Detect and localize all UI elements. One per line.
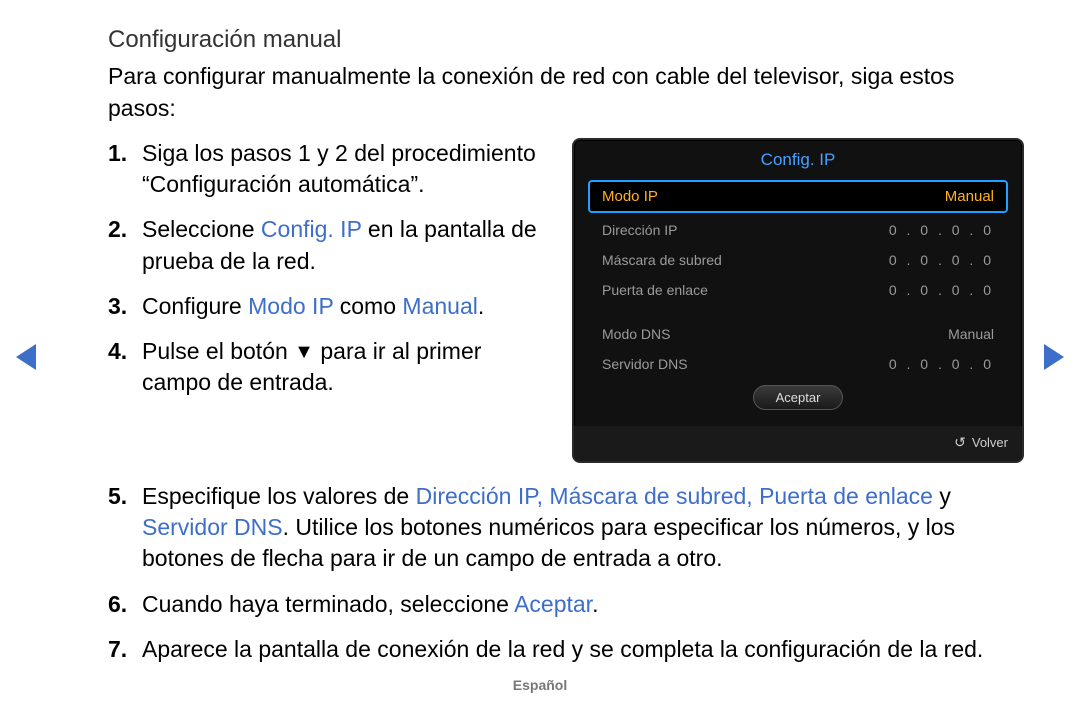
step-text: Cuando haya terminado, seleccione Acepta… bbox=[142, 589, 1024, 620]
step-num: 1. bbox=[108, 138, 142, 200]
t: Cuando haya terminado, seleccione bbox=[142, 591, 514, 617]
step-5: 5. Especifique los valores de Dirección … bbox=[108, 481, 1024, 574]
step-1: 1. Siga los pasos 1 y 2 del procedimient… bbox=[108, 138, 548, 200]
t: Pulse el botón bbox=[142, 338, 294, 364]
step-num: 6. bbox=[108, 589, 142, 620]
row-puerta-enlace[interactable]: Puerta de enlace 0 . 0 . 0 . 0 bbox=[588, 275, 1008, 305]
step-num: 5. bbox=[108, 481, 142, 574]
hi-config-ip: Config. IP bbox=[261, 216, 362, 242]
language-footer: Español bbox=[0, 677, 1080, 693]
field-label: Servidor DNS bbox=[602, 356, 688, 372]
field-value: 0 . 0 . 0 . 0 bbox=[889, 222, 994, 238]
return-icon: ↺ bbox=[954, 434, 966, 451]
next-page-arrow-icon[interactable] bbox=[1044, 344, 1064, 370]
field-value: Manual bbox=[945, 188, 994, 205]
row-modo-dns[interactable]: Modo DNS Manual bbox=[588, 319, 1008, 349]
t: . bbox=[478, 293, 484, 319]
step-text: Configure Modo IP como Manual. bbox=[142, 291, 548, 322]
steps-top: 1. Siga los pasos 1 y 2 del procedimient… bbox=[108, 138, 548, 411]
field-label: Modo DNS bbox=[602, 326, 670, 342]
field-value: 0 . 0 . 0 . 0 bbox=[889, 356, 994, 372]
t: como bbox=[333, 293, 402, 319]
field-value: Manual bbox=[948, 326, 994, 342]
manual-page: Configuración manual Para configurar man… bbox=[0, 0, 1080, 705]
steps-bottom: 5. Especifique los valores de Dirección … bbox=[108, 481, 1024, 664]
config-ip-dialog: Config. IP Modo IP Manual Dirección IP 0… bbox=[572, 138, 1024, 463]
step-4: 4. Pulse el botón ▼ para ir al primer ca… bbox=[108, 336, 548, 398]
step-text: Seleccione Config. IP en la pantalla de … bbox=[142, 214, 548, 276]
field-label: Puerta de enlace bbox=[602, 282, 708, 298]
hi-servidor-dns: Servidor DNS bbox=[142, 514, 283, 540]
t: Especifique los valores de bbox=[142, 483, 416, 509]
field-value: 0 . 0 . 0 . 0 bbox=[889, 282, 994, 298]
back-bar[interactable]: ↺ Volver bbox=[574, 426, 1022, 461]
step-num: 3. bbox=[108, 291, 142, 322]
t: y bbox=[933, 483, 951, 509]
row-modo-ip-selected[interactable]: Modo IP Manual bbox=[588, 180, 1008, 213]
row-servidor-dns[interactable]: Servidor DNS 0 . 0 . 0 . 0 bbox=[588, 349, 1008, 379]
prev-page-arrow-icon[interactable] bbox=[16, 344, 36, 370]
row-mascara-subred[interactable]: Máscara de subred 0 . 0 . 0 . 0 bbox=[588, 245, 1008, 275]
down-arrow-icon: ▼ bbox=[294, 339, 314, 366]
step-num: 4. bbox=[108, 336, 142, 398]
back-label: Volver bbox=[972, 435, 1008, 450]
hi-aceptar: Aceptar bbox=[514, 591, 592, 617]
t: Configure bbox=[142, 293, 248, 319]
step-3: 3. Configure Modo IP como Manual. bbox=[108, 291, 548, 322]
step-text: Siga los pasos 1 y 2 del procedimiento “… bbox=[142, 138, 548, 200]
field-label: Modo IP bbox=[602, 188, 658, 205]
step-7: 7. Aparece la pantalla de conexión de la… bbox=[108, 634, 1024, 665]
t: . bbox=[592, 591, 598, 617]
ok-button[interactable]: Aceptar bbox=[753, 385, 844, 410]
hi-manual: Manual bbox=[402, 293, 477, 319]
intro-text: Para configurar manualmente la conexión … bbox=[108, 60, 1024, 124]
row-direccion-ip[interactable]: Dirección IP 0 . 0 . 0 . 0 bbox=[588, 215, 1008, 245]
step-6: 6. Cuando haya terminado, seleccione Ace… bbox=[108, 589, 1024, 620]
step-num: 7. bbox=[108, 634, 142, 665]
step-num: 2. bbox=[108, 214, 142, 276]
t: Seleccione bbox=[142, 216, 261, 242]
field-label: Máscara de subred bbox=[602, 252, 722, 268]
step-text: Pulse el botón ▼ para ir al primer campo… bbox=[142, 336, 548, 398]
two-column-area: 1. Siga los pasos 1 y 2 del procedimient… bbox=[108, 138, 1024, 463]
hi-ip-fields: Dirección IP, Máscara de subred, Puerta … bbox=[416, 483, 933, 509]
step-2: 2. Seleccione Config. IP en la pantalla … bbox=[108, 214, 548, 276]
step-text: Especifique los valores de Dirección IP,… bbox=[142, 481, 1024, 574]
hi-modo-ip: Modo IP bbox=[248, 293, 333, 319]
dialog-body: Modo IP Manual Dirección IP 0 . 0 . 0 . … bbox=[574, 180, 1022, 418]
dialog-title: Config. IP bbox=[574, 140, 1022, 180]
step-text: Aparece la pantalla de conexión de la re… bbox=[142, 634, 1024, 665]
page-title: Configuración manual bbox=[108, 26, 1024, 54]
field-value: 0 . 0 . 0 . 0 bbox=[889, 252, 994, 268]
field-label: Dirección IP bbox=[602, 222, 677, 238]
